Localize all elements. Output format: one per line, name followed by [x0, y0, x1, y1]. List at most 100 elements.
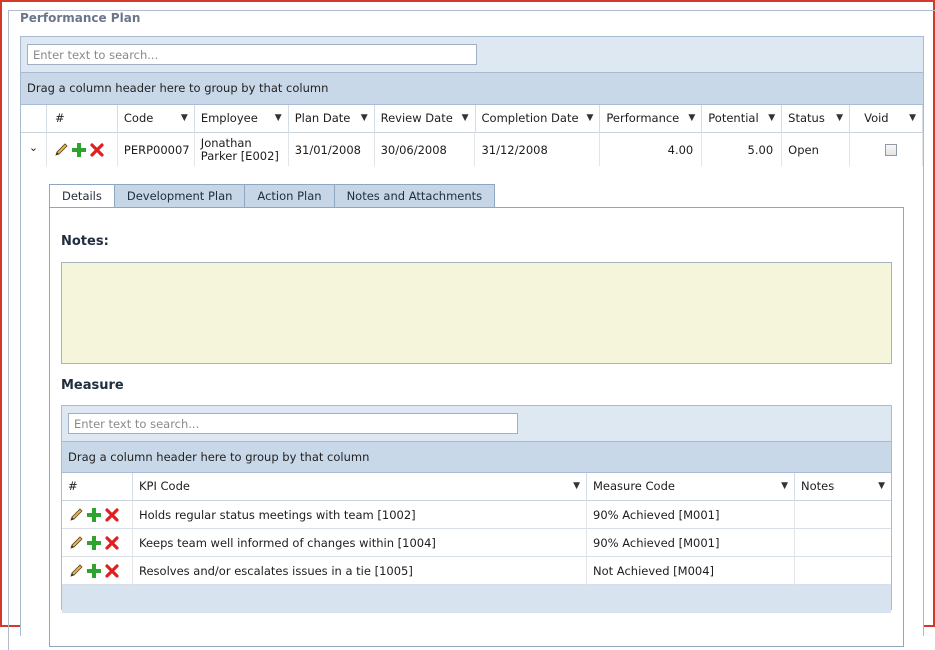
pencil-icon[interactable] [68, 535, 84, 551]
panel-title: Performance Plan [20, 11, 145, 25]
pencil-icon[interactable] [53, 142, 69, 158]
filter-icon[interactable]: ▼ [781, 473, 788, 500]
filter-icon[interactable]: ▼ [462, 105, 469, 132]
measure-label: Measure [61, 378, 124, 393]
cell-notes [795, 529, 891, 557]
header-col-potential[interactable]: Potential ▼ [702, 105, 783, 133]
delete-x-icon[interactable] [104, 507, 120, 523]
employee-id: Parker [E002] [200, 149, 279, 163]
header-label: Performance [606, 111, 680, 125]
filter-icon[interactable]: ▼ [878, 473, 885, 500]
header-label: Void [864, 111, 889, 125]
delete-x-icon[interactable] [89, 142, 105, 158]
plus-icon[interactable] [86, 563, 102, 579]
cell-notes [795, 557, 891, 585]
filter-icon[interactable]: ▼ [688, 105, 695, 132]
cell-code: PERP00007 [118, 133, 195, 167]
filter-icon[interactable]: ▼ [181, 105, 188, 132]
header-col-measure-code[interactable]: Measure Code ▼ [587, 473, 795, 501]
notes-label: Notes: [61, 234, 109, 249]
row-actions [62, 501, 133, 529]
header-label: Status [788, 111, 825, 125]
cell-potential: 5.00 [702, 133, 783, 167]
header-label: Measure Code [593, 479, 675, 493]
filter-icon[interactable]: ▼ [768, 105, 775, 132]
plus-icon[interactable] [86, 535, 102, 551]
cell-kpi-code: Keeps team well informed of changes with… [133, 529, 587, 557]
header-label: # [68, 479, 78, 493]
grid-header: # Code ▼ Employee ▼ Plan Date ▼ Review D… [21, 105, 924, 133]
filter-icon[interactable]: ▼ [836, 105, 843, 132]
cell-completion-date: 31/12/2008 [475, 133, 601, 167]
filter-icon[interactable]: ▼ [909, 105, 916, 132]
cell-void [850, 133, 923, 167]
header-col-code[interactable]: Code ▼ [118, 105, 195, 133]
detail-tabs: Details Development Plan Action Plan Not… [49, 184, 496, 208]
row-actions [47, 133, 118, 167]
measure-grid-footer [62, 585, 891, 613]
delete-x-icon[interactable] [104, 535, 120, 551]
cell-employee: Jonathan Parker [E002] [195, 133, 289, 167]
header-col-plan-date[interactable]: Plan Date ▼ [289, 105, 375, 133]
cell-measure-code: Not Achieved [M004] [587, 557, 795, 585]
cell-plan-date: 31/01/2008 [289, 133, 375, 167]
performance-plan-grid: Drag a column header here to group by th… [20, 36, 924, 647]
delete-x-icon[interactable] [104, 563, 120, 579]
header-col-status[interactable]: Status ▼ [782, 105, 851, 133]
measure-search-bar [62, 406, 891, 442]
void-checkbox[interactable] [885, 144, 898, 156]
tab-notes-attachments[interactable]: Notes and Attachments [334, 184, 496, 208]
cell-status: Open [782, 133, 851, 167]
cell-measure-code: 90% Achieved [M001] [587, 501, 795, 529]
row-actions [62, 557, 133, 585]
header-col-number[interactable]: # [62, 473, 133, 501]
filter-icon[interactable]: ▼ [361, 105, 368, 132]
table-row[interactable]: Resolves and/or escalates issues in a ti… [62, 557, 891, 585]
measure-search-input[interactable] [68, 413, 518, 434]
filter-icon[interactable]: ▼ [573, 473, 580, 500]
plus-icon[interactable] [86, 507, 102, 523]
header-label: Review Date [380, 111, 453, 125]
header-col-void[interactable]: Void ▼ [850, 105, 924, 133]
cell-performance: 4.00 [600, 133, 703, 167]
expand-toggle[interactable]: ⌄ [21, 133, 47, 167]
detail-panel: Details Development Plan Action Plan Not… [21, 166, 923, 647]
cell-kpi-code: Holds regular status meetings with team … [133, 501, 587, 529]
header-label: Notes [801, 479, 835, 493]
row-actions [62, 529, 133, 557]
header-col-notes[interactable]: Notes ▼ [795, 473, 891, 501]
header-col-employee[interactable]: Employee ▼ [195, 105, 289, 133]
filter-icon[interactable]: ▼ [586, 105, 593, 132]
cell-review-date: 30/06/2008 [375, 133, 476, 167]
table-row[interactable]: Holds regular status meetings with team … [62, 501, 891, 529]
pencil-icon[interactable] [68, 507, 84, 523]
header-label: # [54, 111, 65, 125]
header-label: Employee [200, 111, 258, 125]
cell-notes [795, 501, 891, 529]
cell-kpi-code: Resolves and/or escalates issues in a ti… [133, 557, 587, 585]
filter-icon[interactable]: ▼ [275, 105, 282, 132]
tab-action-plan[interactable]: Action Plan [245, 184, 335, 208]
details-tab-content: Notes: Measure Drag a column header here… [49, 207, 904, 647]
header-label: Completion Date [481, 111, 579, 125]
pencil-icon[interactable] [68, 563, 84, 579]
chevron-down-icon[interactable]: ⌄ [29, 141, 38, 154]
header-label: Plan Date [294, 111, 351, 125]
header-expand-col [21, 105, 47, 133]
header-col-kpi-code[interactable]: KPI Code ▼ [133, 473, 587, 501]
table-row[interactable]: Keeps team well informed of changes with… [62, 529, 891, 557]
measure-group-by-panel[interactable]: Drag a column header here to group by th… [62, 442, 891, 473]
tab-details[interactable]: Details [49, 184, 115, 208]
header-col-performance[interactable]: Performance ▼ [600, 105, 703, 133]
notes-field[interactable] [61, 262, 892, 364]
grid-search-input[interactable] [27, 44, 477, 65]
header-col-completion-date[interactable]: Completion Date ▼ [476, 105, 601, 133]
group-by-panel[interactable]: Drag a column header here to group by th… [21, 73, 923, 105]
measure-grid: Drag a column header here to group by th… [61, 405, 892, 613]
table-row[interactable]: ⌄ PERP00007 Jonathan Parker [E002] 31/01… [21, 133, 923, 167]
header-col-review-date[interactable]: Review Date ▼ [375, 105, 476, 133]
header-col-number[interactable]: # [47, 105, 118, 133]
tab-development-plan[interactable]: Development Plan [114, 184, 246, 208]
grid-search-bar [21, 37, 923, 73]
plus-icon[interactable] [71, 142, 87, 158]
